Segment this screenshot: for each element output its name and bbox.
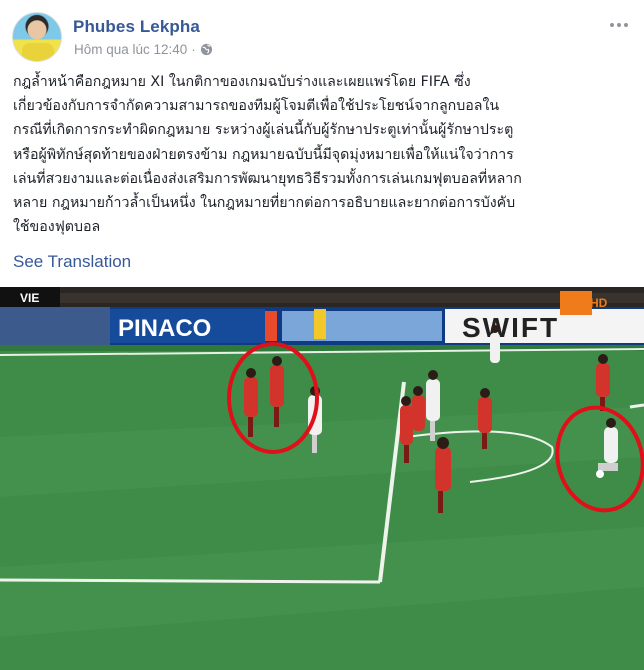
see-translation-link[interactable]: See Translation — [13, 252, 131, 272]
football-match-image: PINACO SWIFT HD VIE — [0, 287, 644, 670]
globe-icon[interactable] — [200, 43, 213, 56]
facebook-post: Phubes Lekpha Hôm qua lúc 12:40 · กฎล้ำห… — [0, 0, 644, 670]
post-text-line: หรือผู้พิทักษ์สุดท้ายของฝ่ายตรงข้าม กฎหม… — [13, 146, 514, 163]
post-text-line: เล่นที่สวยงามและต่อเนื่องส่งเสริมการพัฒน… — [13, 170, 522, 187]
referee — [314, 309, 326, 339]
pitch-line — [629, 403, 644, 409]
post-text: กฎล้ำหน้าคือกฎหมาย XI ในกติกาของเกมฉบับร… — [13, 70, 633, 239]
ad-board-stripe — [265, 311, 277, 341]
score-tag-text: VIE — [20, 291, 39, 305]
post-photo[interactable]: PINACO SWIFT HD VIE — [0, 287, 644, 670]
post-text-line: หลาย กฎหมายก้าวล้ำเป็นหนึ่ง ในกฎหมายที่ย… — [13, 195, 516, 212]
more-options-icon[interactable] — [608, 18, 630, 32]
post-text-line: กรณีที่เกิดการกระทำผิดกฎหมาย ระหว่างผู้เ… — [13, 122, 514, 139]
ad-board-swift-text: SWIFT — [462, 312, 559, 343]
author-name[interactable]: Phubes Lekpha — [73, 17, 200, 37]
post-timestamp[interactable]: Hôm qua lúc 12:40 — [74, 42, 187, 57]
post-text-line: เกี่ยวข้องกับการจำกัดความสามารถของทีมผู้… — [13, 98, 500, 115]
post-header: Phubes Lekpha Hôm qua lúc 12:40 · — [12, 12, 632, 68]
ad-board-left — [0, 307, 110, 347]
pitch-line — [0, 578, 381, 584]
author-avatar[interactable] — [12, 12, 62, 62]
stands-crowd — [0, 293, 644, 303]
meta-separator: · — [191, 42, 196, 57]
broadcast-logo — [560, 291, 592, 315]
post-text-line: ใช้ของฟุตบอล — [13, 219, 101, 236]
ad-board-middle — [282, 311, 442, 341]
ad-board-pinaco-text: PINACO — [118, 315, 211, 342]
post-text-line: กฎล้ำหน้าคือกฎหมาย XI ในกติกาของเกมฉบับร… — [13, 74, 471, 90]
broadcast-hd-text: HD — [590, 296, 608, 310]
post-meta: Hôm qua lúc 12:40 · — [74, 42, 213, 57]
ball — [596, 470, 604, 478]
